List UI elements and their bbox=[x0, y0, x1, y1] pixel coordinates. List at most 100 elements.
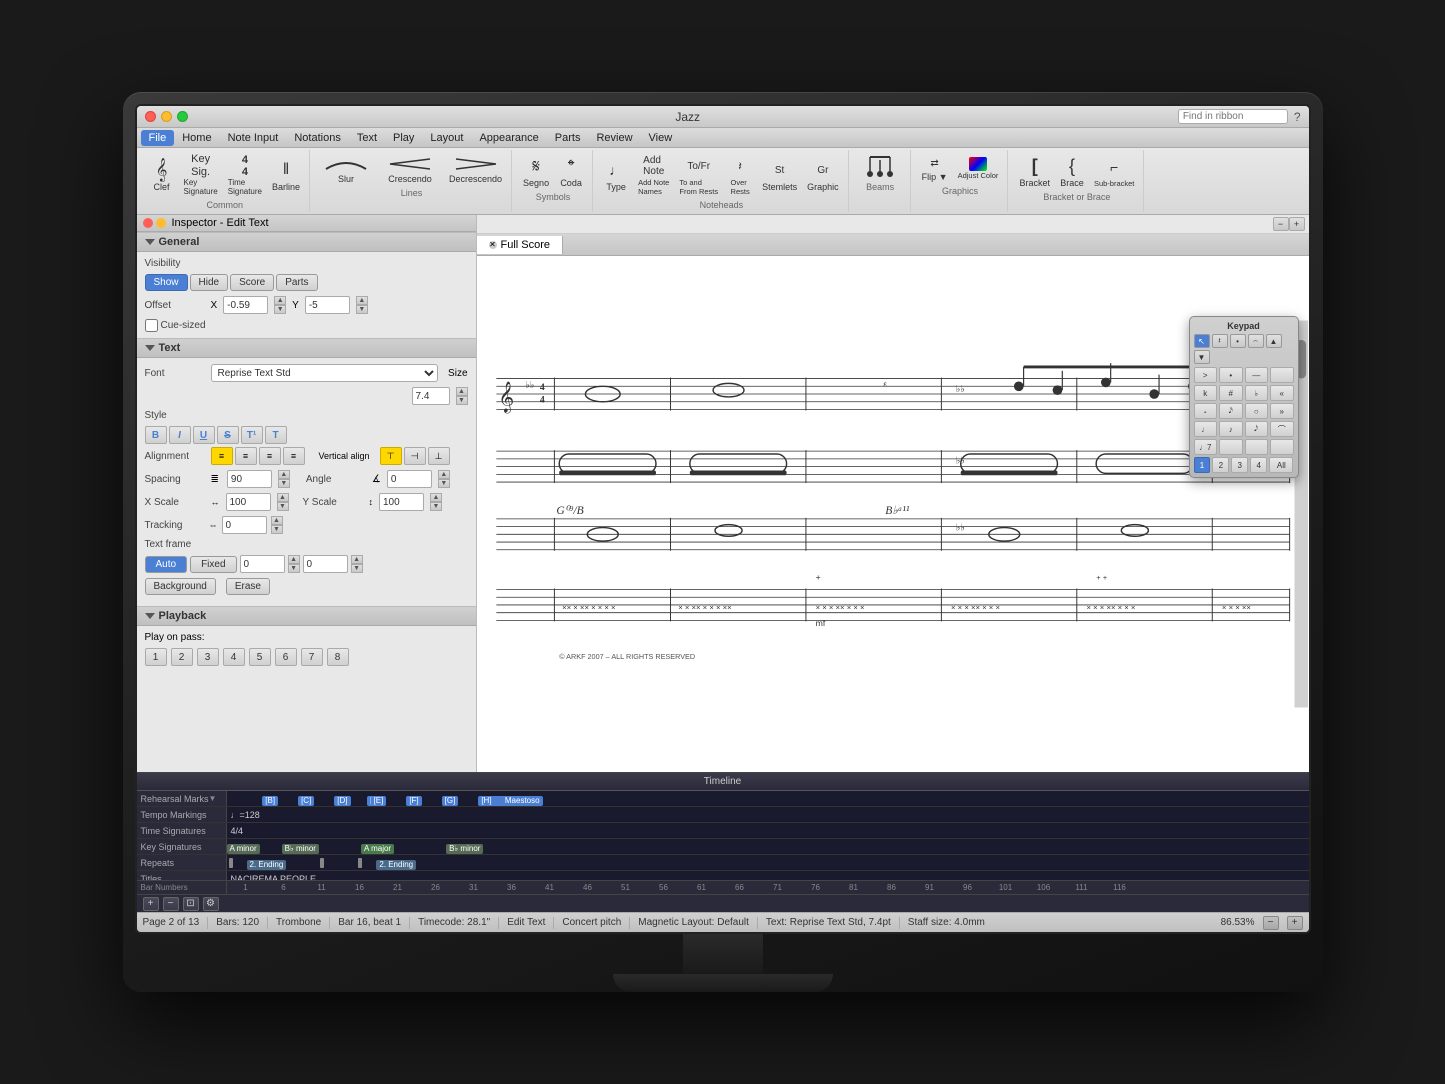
score-nav-prev[interactable]: − bbox=[1273, 217, 1289, 231]
kp-pass-all[interactable]: All bbox=[1269, 457, 1293, 473]
kp-flat-btn[interactable]: ♭ bbox=[1245, 385, 1269, 401]
menu-item-file[interactable]: File bbox=[141, 130, 175, 146]
kp-dot2-btn[interactable]: • bbox=[1219, 367, 1243, 383]
tracking-down[interactable]: ▼ bbox=[271, 525, 283, 534]
frame-val2-down[interactable]: ▼ bbox=[351, 564, 363, 573]
kp-8th-btn[interactable]: ♪ bbox=[1219, 421, 1243, 437]
tl-add-btn[interactable]: + bbox=[143, 897, 159, 911]
kp-32nd-btn[interactable]: 𝅘𝅥𝅯 bbox=[1219, 403, 1243, 419]
menu-item-appearance[interactable]: Appearance bbox=[471, 130, 546, 146]
pass-btn-6[interactable]: 6 bbox=[275, 648, 297, 666]
ribbon-btn-barline[interactable]: ‖ Barline bbox=[269, 156, 303, 194]
score-content[interactable]: 𝄞 ♭♭ 4 4 bbox=[477, 256, 1309, 772]
kp-dbl-flat-btn[interactable]: « bbox=[1270, 385, 1294, 401]
erase-btn[interactable]: Erase bbox=[226, 578, 270, 595]
menu-item-notations[interactable]: Notations bbox=[286, 130, 348, 146]
bold-btn[interactable]: B bbox=[145, 426, 167, 444]
x-scale-input[interactable] bbox=[226, 493, 271, 511]
background-btn[interactable]: Background bbox=[145, 578, 216, 595]
frame-val1-up[interactable]: ▲ bbox=[288, 555, 300, 564]
score-nav-next[interactable]: + bbox=[1289, 217, 1305, 231]
align-left-btn[interactable]: ≡ bbox=[211, 447, 233, 465]
subscript-btn[interactable]: T bbox=[265, 426, 287, 444]
ribbon-btn-to-from-rests[interactable]: To/Fr To andFrom Rests bbox=[676, 152, 721, 198]
tl-settings-btn[interactable]: ⚙ bbox=[203, 897, 219, 911]
menu-item-text[interactable]: Text bbox=[349, 130, 385, 146]
kp-pass-3[interactable]: 3 bbox=[1231, 457, 1248, 473]
frame-fixed-btn[interactable]: Fixed bbox=[190, 556, 236, 573]
ribbon-btn-bracket[interactable]: [ Bracket bbox=[1016, 152, 1053, 190]
kp-gt-btn[interactable]: > bbox=[1194, 367, 1218, 383]
ribbon-btn-flip[interactable]: ⇄ Flip ▼ bbox=[919, 152, 951, 184]
ribbon-btn-graphic[interactable]: Gr Graphic bbox=[804, 156, 842, 194]
ribbon-btn-sub-bracket[interactable]: ⌐ Sub-bracket bbox=[1091, 153, 1137, 190]
valign-mid-btn[interactable]: ⊣ bbox=[404, 447, 426, 465]
close-button[interactable] bbox=[145, 111, 156, 122]
offset-y-input[interactable] bbox=[305, 296, 350, 314]
kp-7-btn[interactable]: ♩7 bbox=[1194, 439, 1218, 455]
offset-y-down[interactable]: ▼ bbox=[356, 305, 368, 314]
menu-item-play[interactable]: Play bbox=[385, 130, 422, 146]
underline-btn[interactable]: U bbox=[193, 426, 215, 444]
valign-bot-btn[interactable]: ⊥ bbox=[428, 447, 450, 465]
offset-x-input[interactable] bbox=[223, 296, 268, 314]
menu-item-view[interactable]: View bbox=[641, 130, 681, 146]
ribbon-btn-coda[interactable]: 𝄌 Coda bbox=[556, 152, 586, 190]
score-tab-close[interactable]: ✕ bbox=[489, 241, 497, 249]
cue-sized-checkbox[interactable] bbox=[145, 319, 158, 332]
zoom-out-btn[interactable]: − bbox=[1263, 916, 1279, 930]
ribbon-btn-type[interactable]: ♩ Type bbox=[601, 156, 631, 194]
spacing-input[interactable] bbox=[227, 470, 272, 488]
align-right-btn[interactable]: ≡ bbox=[259, 447, 281, 465]
tracking-input[interactable] bbox=[222, 516, 267, 534]
vis-btn-score[interactable]: Score bbox=[230, 274, 274, 291]
ribbon-btn-crescendo[interactable]: Crescendo bbox=[382, 152, 438, 186]
kp-pass-4[interactable]: 4 bbox=[1250, 457, 1267, 473]
kp-rest-btn[interactable]: 𝄽 bbox=[1212, 334, 1228, 348]
x-scale-up[interactable]: ▲ bbox=[277, 493, 289, 502]
kp-16th-btn[interactable]: 𝅘𝅥𝅮 bbox=[1245, 421, 1269, 437]
frame-auto-btn[interactable]: Auto bbox=[145, 556, 188, 573]
tl-remove-btn[interactable]: − bbox=[163, 897, 179, 911]
y-scale-up[interactable]: ▲ bbox=[430, 493, 442, 502]
pass-btn-4[interactable]: 4 bbox=[223, 648, 245, 666]
kp-down-btn[interactable]: ▼ bbox=[1194, 350, 1210, 364]
ribbon-btn-slur[interactable]: Slur bbox=[318, 152, 374, 186]
x-scale-down[interactable]: ▼ bbox=[277, 502, 289, 511]
kp-up-btn[interactable]: ▲ bbox=[1266, 334, 1282, 348]
strikethrough-btn[interactable]: S bbox=[217, 426, 239, 444]
menu-item-layout[interactable]: Layout bbox=[422, 130, 471, 146]
kp-quarter-btn[interactable]: ♩ bbox=[1194, 421, 1218, 437]
y-scale-input[interactable] bbox=[379, 493, 424, 511]
kp-gt2-btn[interactable]: » bbox=[1270, 403, 1294, 419]
vis-btn-hide[interactable]: Hide bbox=[190, 274, 229, 291]
angle-input[interactable] bbox=[387, 470, 432, 488]
pass-btn-2[interactable]: 2 bbox=[171, 648, 193, 666]
pass-btn-5[interactable]: 5 bbox=[249, 648, 271, 666]
italic-btn[interactable]: I bbox=[169, 426, 191, 444]
superscript-btn[interactable]: T¹ bbox=[241, 426, 263, 444]
ribbon-btn-clef[interactable]: 𝄞 Clef bbox=[147, 156, 177, 194]
pass-btn-3[interactable]: 3 bbox=[197, 648, 219, 666]
vis-btn-parts[interactable]: Parts bbox=[276, 274, 317, 291]
angle-down[interactable]: ▼ bbox=[438, 479, 450, 488]
valign-top-btn[interactable]: ⊤ bbox=[380, 447, 402, 465]
ribbon-btn-over-rests[interactable]: 𝄽 OverRests bbox=[725, 152, 755, 198]
pass-btn-1[interactable]: 1 bbox=[145, 648, 167, 666]
ribbon-btn-stemlets[interactable]: St Stemlets bbox=[759, 156, 800, 194]
inspector-close-btn[interactable] bbox=[143, 218, 153, 228]
tracking-up[interactable]: ▲ bbox=[271, 516, 283, 525]
vis-btn-show[interactable]: Show bbox=[145, 274, 188, 291]
tl-fit-btn[interactable]: ⊡ bbox=[183, 897, 199, 911]
menu-item-home[interactable]: Home bbox=[174, 130, 219, 146]
help-icon[interactable]: ? bbox=[1294, 110, 1301, 124]
ribbon-btn-add-note-names[interactable]: AddNote Add NoteNames bbox=[635, 152, 672, 198]
y-scale-down[interactable]: ▼ bbox=[430, 502, 442, 511]
ribbon-btn-segno[interactable]: 𝄋 Segno bbox=[520, 152, 552, 190]
kp-tie2-btn[interactable]: ⌒ bbox=[1270, 421, 1294, 437]
score-tab-full-score[interactable]: ✕ Full Score bbox=[477, 236, 564, 254]
ribbon-btn-brace[interactable]: { Brace bbox=[1057, 152, 1087, 190]
ribbon-btn-adjust-color[interactable]: Adjust Color bbox=[955, 155, 1002, 182]
ribbon-btn-time-sig[interactable]: 44 TimeSignature bbox=[225, 152, 265, 198]
kp-pass-2[interactable]: 2 bbox=[1212, 457, 1229, 473]
